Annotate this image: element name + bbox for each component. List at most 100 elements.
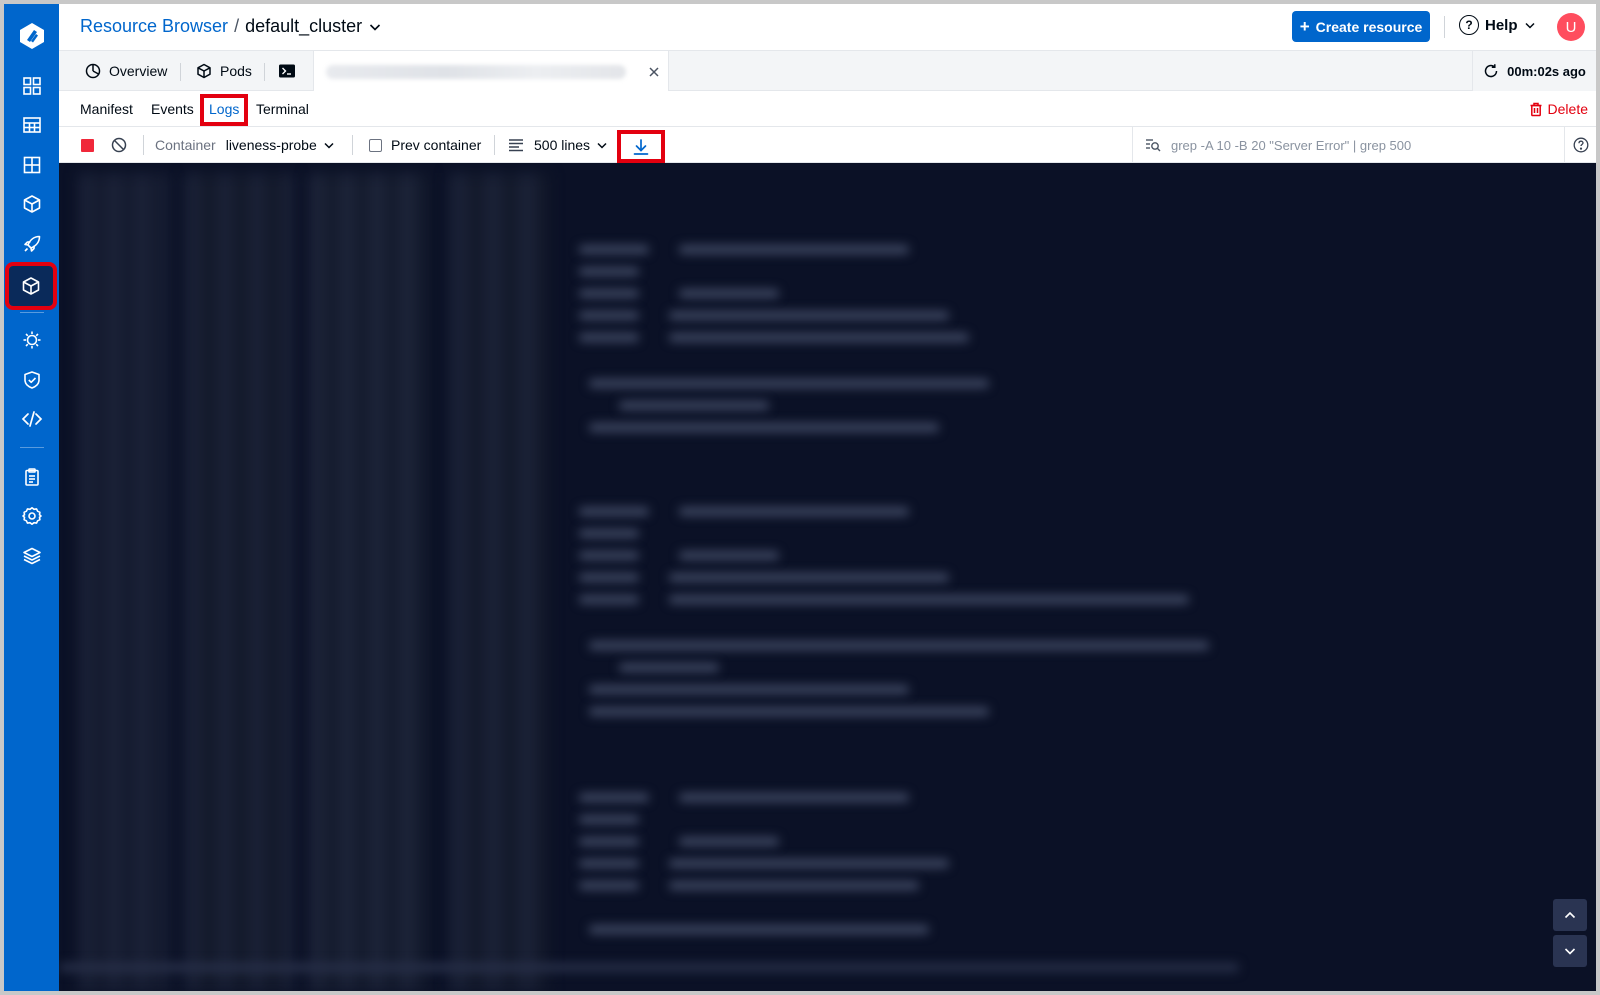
log-redacted-line bbox=[579, 837, 639, 846]
chevron-down-icon bbox=[324, 142, 334, 149]
tab-overview[interactable]: Overview bbox=[85, 51, 167, 91]
help-label: Help bbox=[1485, 16, 1518, 34]
subtab-terminal[interactable]: Terminal bbox=[256, 101, 309, 117]
delete-label: Delete bbox=[1547, 101, 1588, 117]
log-redacted-line bbox=[579, 289, 639, 298]
chevron-down-icon bbox=[597, 142, 607, 149]
tab-divider bbox=[264, 63, 265, 81]
container-value: liveness-probe bbox=[225, 137, 317, 153]
delete-button[interactable]: Delete bbox=[1529, 101, 1588, 117]
log-redacted-line bbox=[669, 333, 969, 342]
scroll-to-top-button[interactable] bbox=[1553, 899, 1587, 931]
app-window: Resource Browser / default_cluster + Cre… bbox=[4, 4, 1596, 991]
search-help-button[interactable] bbox=[1564, 127, 1596, 163]
toolbar-divider bbox=[143, 135, 144, 155]
log-redacted-line bbox=[579, 815, 639, 824]
cluster-selector[interactable]: default_cluster bbox=[245, 16, 362, 37]
stop-icon bbox=[81, 138, 94, 152]
log-redacted-column bbox=[309, 173, 429, 991]
checkbox-box[interactable] bbox=[369, 138, 382, 152]
log-redacted-line bbox=[669, 573, 949, 582]
refresh-button[interactable]: 00m:02s ago bbox=[1472, 51, 1596, 91]
tab-overview-label: Overview bbox=[109, 63, 168, 79]
rocket-icon[interactable] bbox=[12, 226, 52, 262]
create-resource-button[interactable]: + Create resource bbox=[1292, 11, 1430, 42]
refresh-time: 00m:02s ago bbox=[1507, 63, 1586, 79]
log-redacted-line bbox=[579, 859, 639, 868]
lines-selector[interactable]: 500 lines bbox=[508, 127, 608, 163]
app-logo-icon[interactable] bbox=[12, 16, 52, 56]
create-resource-label: Create resource bbox=[1315, 18, 1423, 35]
container-label: Container bbox=[155, 137, 216, 153]
refresh-icon bbox=[1484, 64, 1498, 78]
stop-streaming-button[interactable] bbox=[81, 127, 94, 163]
log-redacted-line bbox=[679, 793, 909, 802]
scroll-to-bottom-button[interactable] bbox=[1553, 935, 1587, 967]
tab-terminal[interactable] bbox=[278, 51, 296, 91]
breadcrumb-separator: / bbox=[234, 16, 240, 36]
cube-icon[interactable] bbox=[12, 186, 52, 222]
logs-toolbar: Container liveness-probe Prev container … bbox=[59, 127, 1596, 163]
tab-pods-label: Pods bbox=[220, 63, 252, 79]
breadcrumb-resource-browser[interactable]: Resource Browser bbox=[80, 16, 228, 37]
user-avatar[interactable]: U bbox=[1557, 13, 1585, 41]
log-redacted-line bbox=[669, 859, 949, 868]
bug-icon[interactable] bbox=[12, 322, 52, 358]
log-redacted-line bbox=[579, 595, 639, 604]
pod-name-redacted bbox=[326, 64, 626, 79]
chevron-down-icon[interactable] bbox=[368, 20, 382, 34]
sidebar-divider bbox=[20, 447, 44, 448]
grid-icon[interactable] bbox=[12, 147, 52, 183]
tab-pods[interactable]: Pods bbox=[196, 51, 252, 91]
log-viewer bbox=[59, 163, 1596, 991]
clear-logs-button[interactable] bbox=[111, 127, 127, 163]
trash-icon bbox=[1530, 102, 1542, 116]
log-redacted-line bbox=[679, 245, 909, 254]
clipboard-icon[interactable] bbox=[12, 459, 52, 495]
resource-tab-bar: Overview Pods 00m:02s ago bbox=[59, 51, 1596, 92]
close-icon[interactable] bbox=[648, 66, 660, 78]
tab-active-pod[interactable] bbox=[313, 51, 669, 92]
subtab-manifest[interactable]: Manifest bbox=[80, 101, 133, 117]
log-redacted-line bbox=[589, 925, 929, 934]
sidebar-divider bbox=[20, 312, 44, 313]
log-redacted-line bbox=[589, 685, 909, 694]
prev-container-checkbox[interactable]: Prev container bbox=[369, 127, 481, 163]
help-menu[interactable]: ? Help bbox=[1459, 15, 1536, 35]
apps-grid-icon[interactable] bbox=[12, 68, 52, 104]
log-redacted-line bbox=[679, 289, 779, 298]
top-header: Resource Browser / default_cluster + Cre… bbox=[59, 4, 1596, 51]
log-redacted-line bbox=[579, 573, 639, 582]
layers-icon[interactable] bbox=[12, 538, 52, 574]
settings-icon[interactable] bbox=[12, 498, 52, 534]
log-redacted-line bbox=[579, 529, 639, 538]
code-icon[interactable] bbox=[12, 401, 52, 437]
download-icon bbox=[633, 138, 649, 155]
log-redacted-line bbox=[589, 423, 939, 432]
log-redacted-line bbox=[589, 379, 989, 388]
tab-divider bbox=[180, 63, 181, 81]
download-logs-button[interactable] bbox=[617, 130, 665, 163]
shield-icon[interactable] bbox=[12, 362, 52, 398]
subtab-logs[interactable]: Logs bbox=[209, 101, 239, 117]
lines-value: 500 lines bbox=[534, 137, 591, 153]
table-icon[interactable] bbox=[12, 107, 52, 143]
log-redacted-line bbox=[669, 881, 919, 890]
search-filter-icon bbox=[1146, 139, 1161, 152]
subtab-events[interactable]: Events bbox=[151, 101, 194, 117]
header-divider bbox=[1444, 16, 1445, 38]
log-redacted-line bbox=[579, 311, 639, 320]
resource-browser-icon[interactable] bbox=[5, 262, 57, 310]
overview-icon bbox=[85, 63, 101, 79]
log-redacted-column bbox=[184, 173, 294, 991]
log-search-input[interactable] bbox=[1171, 137, 1531, 153]
container-selector[interactable]: Container liveness-probe bbox=[155, 127, 335, 163]
ban-icon bbox=[111, 137, 127, 153]
help-icon: ? bbox=[1459, 15, 1479, 35]
log-redacted-line bbox=[669, 595, 1189, 604]
log-redacted-line bbox=[589, 641, 1209, 650]
log-redacted-line bbox=[59, 963, 1239, 972]
log-redacted-line bbox=[619, 401, 769, 410]
log-redacted-column bbox=[449, 173, 549, 991]
log-redacted-line bbox=[679, 551, 779, 560]
